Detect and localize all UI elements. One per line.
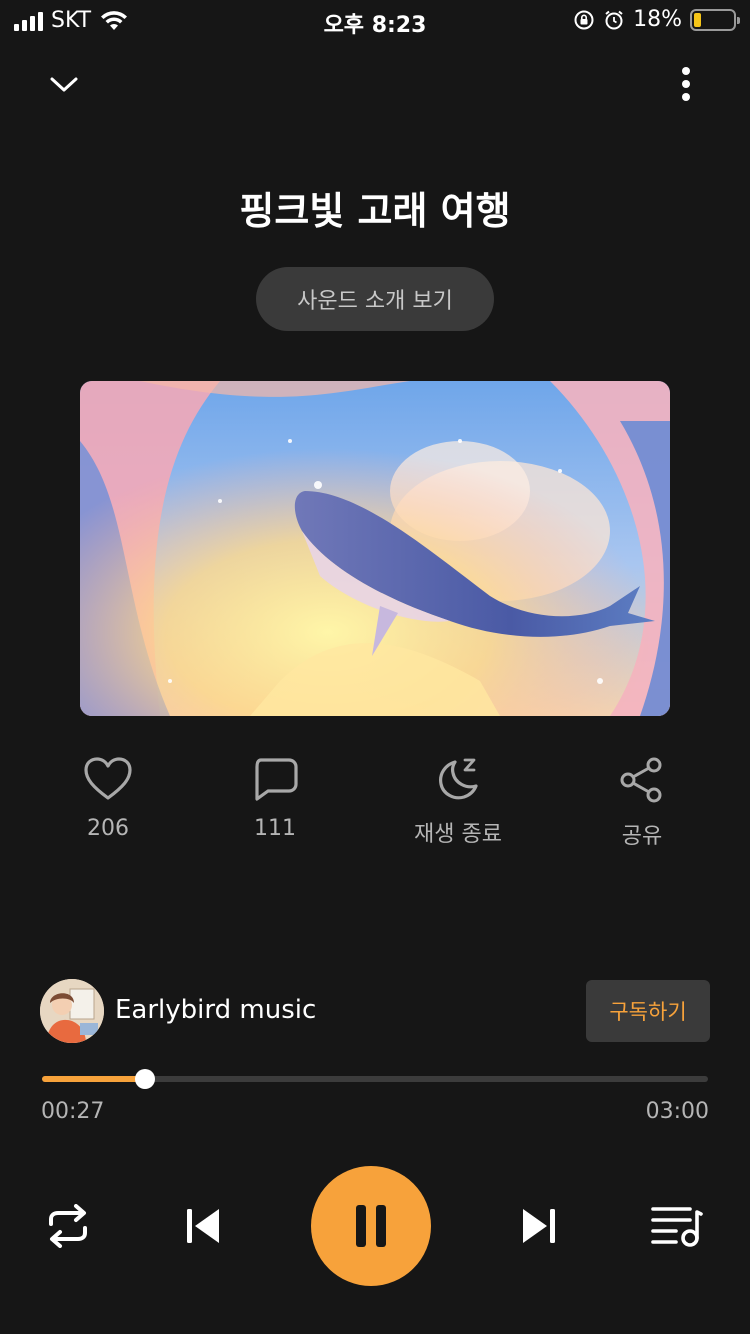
sleep-timer-label: 재생 종료	[414, 822, 502, 847]
total-time: 03:00	[645, 1099, 709, 1124]
share-label: 공유	[621, 824, 663, 849]
chevron-down-icon	[50, 77, 78, 92]
comment-count: 111	[254, 816, 296, 841]
elapsed-time: 00:27	[41, 1099, 105, 1124]
progress-fill	[42, 1076, 146, 1082]
previous-icon	[187, 1209, 219, 1243]
battery-percent: 18%	[633, 7, 682, 32]
previous-button[interactable]	[178, 1202, 228, 1250]
track-title: 핑크빛 고래 여행	[239, 189, 511, 233]
sleep-timer-button[interactable]: 재생 종료	[388, 756, 528, 848]
pause-icon	[356, 1205, 386, 1247]
playlist-button[interactable]	[648, 1202, 706, 1250]
repeat-button[interactable]	[40, 1200, 96, 1252]
repeat-icon	[49, 1204, 87, 1248]
like-button[interactable]: 206	[38, 756, 178, 841]
playback-controls	[0, 1166, 750, 1286]
action-row: 206 111 재생 종료 공유	[0, 756, 750, 866]
status-bar: SKT 오후 8:23 18%	[0, 0, 750, 42]
comment-button[interactable]: 111	[205, 756, 345, 841]
rotation-lock-icon	[574, 10, 594, 29]
sound-intro-button[interactable]: 사운드 소개 보기	[256, 267, 494, 331]
battery-icon	[690, 8, 740, 31]
share-button[interactable]: 공유	[572, 756, 712, 850]
whale-illustration	[80, 381, 670, 716]
pause-button[interactable]	[311, 1166, 431, 1286]
more-vertical-icon	[682, 67, 690, 101]
comment-icon	[255, 758, 298, 801]
battery-fill	[694, 12, 701, 27]
progress-thumb[interactable]	[135, 1069, 156, 1089]
artist-row: Earlybird music 구독하기	[40, 978, 710, 1044]
share-icon	[620, 757, 662, 803]
like-count: 206	[87, 816, 129, 841]
status-right: 18%	[573, 7, 740, 32]
cover-art	[80, 381, 670, 716]
alarm-icon	[605, 10, 623, 29]
playlist-icon	[651, 1207, 703, 1247]
subscribe-button[interactable]: 구독하기	[586, 980, 710, 1042]
next-button[interactable]	[514, 1202, 564, 1250]
avatar[interactable]	[40, 979, 104, 1043]
avatar-illustration	[40, 979, 104, 1043]
artist-name[interactable]: Earlybird music	[115, 995, 316, 1025]
collapse-button[interactable]	[44, 62, 84, 106]
next-icon	[523, 1209, 555, 1243]
moon-sleep-icon	[439, 758, 478, 800]
heart-icon	[84, 757, 132, 800]
progress-slider[interactable]	[42, 1069, 708, 1089]
top-bar	[0, 62, 750, 106]
more-options-button[interactable]	[666, 62, 706, 106]
